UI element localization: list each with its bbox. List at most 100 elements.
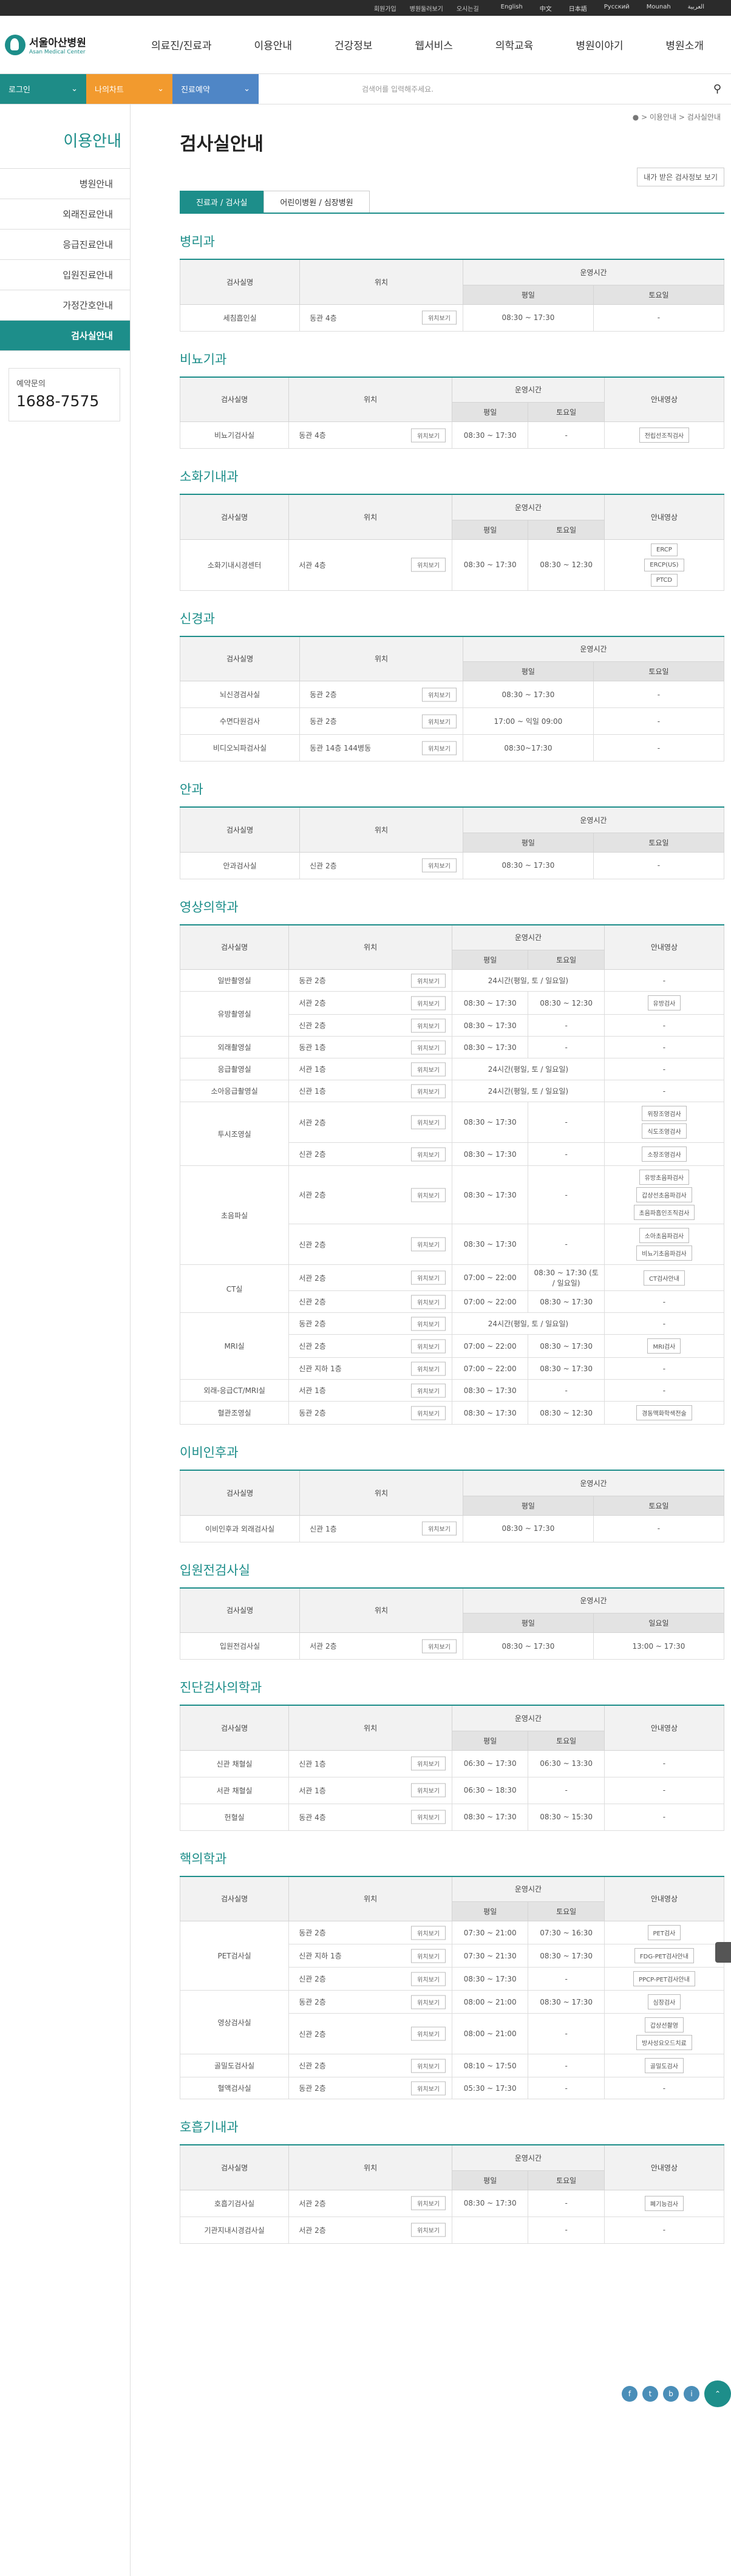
- side-item-homecare[interactable]: 가정간호안내: [0, 290, 130, 321]
- nav-about[interactable]: 병원소개: [665, 37, 704, 52]
- tab-children-heart[interactable]: 어린이병원 / 심장병원: [264, 191, 370, 213]
- map-button[interactable]: 위치보기: [411, 2223, 446, 2237]
- map-button[interactable]: 위치보기: [411, 557, 446, 572]
- side-float-tab[interactable]: [715, 1942, 731, 1963]
- map-button[interactable]: 위치보기: [422, 741, 457, 755]
- facebook-icon[interactable]: f: [622, 2386, 638, 2402]
- video-button[interactable]: 소아초음파검사: [639, 1228, 690, 1243]
- side-item-lab[interactable]: 검사실안내: [0, 321, 130, 351]
- map-button[interactable]: 위치보기: [411, 2081, 446, 2095]
- video-button[interactable]: PPCP-PET검사안내: [633, 1971, 695, 1986]
- map-button[interactable]: 위치보기: [411, 1237, 446, 1252]
- video-button[interactable]: 식도조영검사: [642, 1123, 687, 1139]
- map-button[interactable]: 위치보기: [411, 1188, 446, 1202]
- nav-doctors[interactable]: 의료진/진료과: [151, 37, 212, 52]
- nav-guide[interactable]: 이용안내: [254, 37, 292, 52]
- map-button[interactable]: 위치보기: [411, 1756, 446, 1771]
- map-button[interactable]: 위치보기: [411, 1383, 446, 1397]
- lang-chinese[interactable]: 中文: [531, 4, 560, 13]
- lang-mongolian[interactable]: Mounah: [638, 4, 679, 13]
- video-button[interactable]: 전립선조직검사: [639, 428, 690, 443]
- map-button[interactable]: 위치보기: [422, 714, 457, 728]
- header-saturday: 토요일: [528, 2170, 605, 2190]
- util-link-directions[interactable]: 오시는길: [457, 4, 479, 13]
- map-button[interactable]: 위치보기: [422, 1521, 457, 1536]
- map-button[interactable]: 위치보기: [411, 428, 446, 442]
- map-button[interactable]: 위치보기: [411, 1783, 446, 1797]
- map-button[interactable]: 위치보기: [411, 1040, 446, 1054]
- top-button[interactable]: ⌃: [704, 2380, 731, 2407]
- site-logo[interactable]: 서울아산병원 Asan Medical Center: [0, 34, 130, 55]
- reservation-button[interactable]: 진료예약 ⌄: [172, 74, 259, 104]
- video-button[interactable]: ERCP: [651, 543, 678, 556]
- nav-web[interactable]: 웹서비스: [415, 37, 453, 52]
- map-button[interactable]: 위치보기: [411, 973, 446, 987]
- video-button[interactable]: 골밀도검사: [644, 2058, 684, 2073]
- lang-russian[interactable]: Русский: [596, 4, 638, 13]
- map-button[interactable]: 위치보기: [411, 1062, 446, 1076]
- map-button[interactable]: 위치보기: [411, 2059, 446, 2073]
- map-button[interactable]: 위치보기: [411, 1406, 446, 1420]
- side-item-outpatient[interactable]: 외래진료안내: [0, 199, 130, 230]
- map-button[interactable]: 위치보기: [411, 1972, 446, 1986]
- video-button[interactable]: ERCP(US): [644, 558, 684, 571]
- map-button[interactable]: 위치보기: [411, 2026, 446, 2041]
- video-button[interactable]: 방사성요오드치료: [636, 2035, 692, 2050]
- map-button[interactable]: 위치보기: [411, 1339, 446, 1353]
- lang-english[interactable]: English: [492, 4, 531, 13]
- twitter-icon[interactable]: t: [642, 2386, 658, 2402]
- video-button[interactable]: MRI검사: [647, 1338, 681, 1354]
- video-button[interactable]: 갑상선촬영: [644, 2017, 684, 2033]
- search-icon[interactable]: ⚲: [713, 83, 721, 95]
- map-button[interactable]: 위치보기: [422, 1639, 457, 1653]
- util-link-join[interactable]: 회원가입: [374, 4, 396, 13]
- side-item-inpatient[interactable]: 입원진료안내: [0, 260, 130, 290]
- map-button[interactable]: 위치보기: [411, 1147, 446, 1161]
- video-button[interactable]: 비뇨기초음파검사: [636, 1245, 692, 1261]
- util-link-tour[interactable]: 병원둘러보기: [410, 4, 443, 13]
- nav-education[interactable]: 의학교육: [495, 37, 534, 52]
- video-button[interactable]: CT검사안내: [643, 1270, 685, 1286]
- my-chart-button[interactable]: 나의차트 ⌄: [86, 74, 172, 104]
- tab-dept-lab[interactable]: 진료과 / 검사실: [180, 191, 264, 213]
- video-button[interactable]: 유방검사: [647, 995, 681, 1010]
- login-button[interactable]: 로그인 ⌄: [0, 74, 86, 104]
- instagram-icon[interactable]: i: [684, 2386, 699, 2402]
- side-item-emergency[interactable]: 응급진료안내: [0, 230, 130, 260]
- map-button[interactable]: 위치보기: [411, 1995, 446, 2009]
- nav-health[interactable]: 건강정보: [335, 37, 373, 52]
- video-button[interactable]: 초음파흡인조직검사: [633, 1205, 695, 1220]
- video-button[interactable]: 유방초음파검사: [639, 1170, 690, 1185]
- my-test-info-button[interactable]: 내가 받은 검사정보 보기: [637, 168, 724, 186]
- video-button[interactable]: 갑상선초음파검사: [636, 1187, 692, 1202]
- side-item-hospital[interactable]: 병원안내: [0, 169, 130, 199]
- video-button[interactable]: PET검사: [647, 1925, 681, 1940]
- nav-story[interactable]: 병원이야기: [576, 37, 623, 52]
- video-button[interactable]: 위장조영검사: [642, 1106, 687, 1121]
- map-button[interactable]: 위치보기: [411, 1361, 446, 1375]
- map-button[interactable]: 위치보기: [411, 1295, 446, 1309]
- map-button[interactable]: 위치보기: [422, 310, 457, 325]
- blog-icon[interactable]: b: [663, 2386, 679, 2402]
- map-button[interactable]: 위치보기: [411, 1317, 446, 1331]
- map-button[interactable]: 위치보기: [411, 1270, 446, 1285]
- map-button[interactable]: 위치보기: [411, 1810, 446, 1824]
- map-button[interactable]: 위치보기: [411, 996, 446, 1010]
- video-button[interactable]: PTCD: [650, 573, 678, 587]
- map-button[interactable]: 위치보기: [411, 1949, 446, 1963]
- map-button[interactable]: 위치보기: [422, 858, 457, 873]
- lang-japanese[interactable]: 日本語: [560, 4, 596, 13]
- lang-arabic[interactable]: العربية: [679, 4, 713, 13]
- map-button[interactable]: 위치보기: [411, 2196, 446, 2210]
- map-button[interactable]: 위치보기: [411, 1115, 446, 1130]
- map-button[interactable]: 위치보기: [411, 1018, 446, 1032]
- video-button[interactable]: 경동맥화학색전술: [636, 1405, 692, 1420]
- map-button[interactable]: 위치보기: [411, 1084, 446, 1098]
- video-button[interactable]: 소장조영검사: [642, 1147, 687, 1162]
- map-button[interactable]: 위치보기: [411, 1926, 446, 1940]
- video-button[interactable]: 심장검사: [647, 1994, 681, 2009]
- search-input[interactable]: 검색어를 입력해주세요. ⚲: [259, 74, 731, 104]
- video-button[interactable]: 폐기능검사: [644, 2195, 684, 2211]
- video-button[interactable]: FDG-PET검사안내: [634, 1948, 694, 1963]
- map-button[interactable]: 위치보기: [422, 687, 457, 701]
